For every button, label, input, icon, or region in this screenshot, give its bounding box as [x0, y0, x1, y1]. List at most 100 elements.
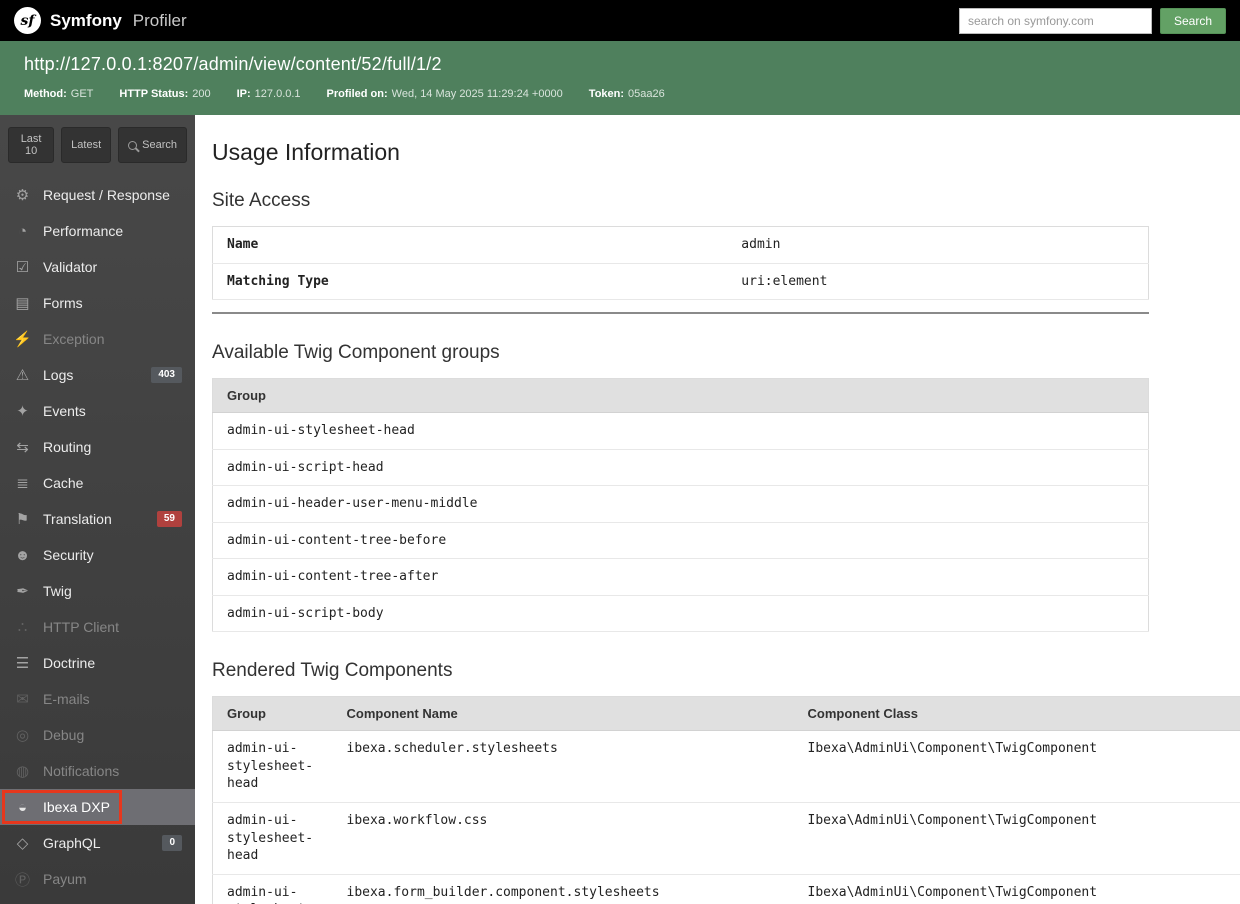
sidebar-item-label: E-mails	[43, 691, 90, 707]
sidebar-item-notifications[interactable]: ◍ Notifications	[0, 753, 195, 789]
sidebar-item-exception[interactable]: ⚡ Exception	[0, 321, 195, 357]
column-header-component-class: Component Class	[793, 696, 1240, 732]
graphql-icon: ◇	[16, 835, 29, 852]
sidebar-item-emails[interactable]: ✉ E-mails	[0, 681, 195, 717]
search-icon	[128, 140, 138, 150]
sidebar-item-label: Security	[43, 547, 94, 563]
table-row: admin-ui-header-user-menu-middle	[212, 485, 1149, 523]
ibexa-icon: ◒	[17, 798, 28, 816]
sidebar-item-logs[interactable]: ⚠ Logs 403	[0, 357, 195, 393]
status-meta: Method: GET HTTP Status: 200 IP: 127.0.0.1 …	[24, 88, 1216, 100]
sidebar-item-label: Doctrine	[43, 655, 96, 671]
table-row: admin-ui-script-head	[212, 449, 1149, 487]
sidebar-item-graphql[interactable]: ◇ GraphQL 0	[0, 825, 195, 861]
sidebar-item-label: Exception	[43, 331, 105, 347]
component-name-cell: ibexa.scheduler.stylesheets	[332, 730, 794, 804]
component-group-cell: admin-ui-stylesheet-head	[212, 874, 333, 904]
table-row: admin-ui-content-tree-before	[212, 522, 1149, 560]
sidebar: Last 10 Latest Search ⚙ Request / Respon…	[0, 115, 195, 904]
sidebar-item-label: Performance	[43, 223, 124, 239]
sidebar-item-cache[interactable]: ≣ Cache	[0, 465, 195, 501]
profiler-menu: ⚙ Request / Response ◔ Performance ☑ Val…	[0, 177, 195, 897]
group-cell: admin-ui-script-body	[212, 595, 1149, 633]
twig-icon: ✒	[16, 583, 29, 600]
symfony-logo-icon: sf	[14, 7, 41, 34]
rendered-components-heading: Rendered Twig Components	[212, 660, 453, 682]
sidebar-item-label: GraphQL	[43, 835, 101, 851]
forms-icon: ▤	[15, 295, 30, 312]
routing-icon: ⇆	[16, 439, 29, 456]
logs-icon: ⚠	[15, 367, 30, 384]
doctrine-icon: ☰	[15, 655, 30, 672]
sidebar-item-validator[interactable]: ☑ Validator	[0, 249, 195, 285]
sidebar-item-label: Events	[43, 403, 86, 419]
sidebar-item-routing[interactable]: ⇆ Routing	[0, 429, 195, 465]
sidebar-actions: Last 10 Latest Search	[0, 127, 195, 177]
rendered-components-table: Group Component Name Component Class adm…	[212, 696, 1240, 904]
row-value: admin	[727, 226, 1149, 264]
brand-title: Symfony	[50, 10, 122, 30]
sidebar-item-payum[interactable]: Ⓟ Payum	[0, 861, 195, 897]
column-header-group: Group	[212, 696, 333, 732]
sidebar-item-translation[interactable]: ⚑ Translation 59	[0, 501, 195, 537]
table-header-row: Group	[212, 378, 1149, 414]
http-client-icon: ∴	[17, 619, 28, 636]
status-header: http://127.0.0.1:8207/admin/view/content…	[0, 41, 1240, 115]
search-button[interactable]: Search	[1159, 7, 1226, 34]
cache-icon: ≣	[16, 475, 29, 492]
sidebar-item-label: Translation	[43, 511, 112, 527]
sidebar-item-events[interactable]: ✦ Events	[0, 393, 195, 429]
meta-http-status: HTTP Status: 200	[119, 88, 211, 100]
component-name-cell: ibexa.workflow.css	[332, 802, 794, 875]
row-label: Name	[212, 226, 728, 264]
group-cell: admin-ui-header-user-menu-middle	[212, 485, 1149, 523]
notifications-icon: ◍	[15, 763, 30, 780]
sidebar-item-label: Payum	[43, 871, 87, 887]
sidebar-item-label: Ibexa DXP	[43, 799, 110, 815]
translation-badge: 59	[156, 511, 182, 527]
top-toolbar: sf Symfony Profiler Search	[0, 0, 1240, 41]
sidebar-item-performance[interactable]: ◔ Performance	[0, 213, 195, 249]
last-10-button[interactable]: Last 10	[8, 127, 55, 163]
site-access-heading: Site Access	[212, 190, 311, 211]
search-input[interactable]	[958, 7, 1152, 34]
sidebar-item-label: Cache	[43, 475, 84, 491]
sidebar-item-http-client[interactable]: ∴ HTTP Client	[0, 609, 195, 645]
sidebar-item-twig[interactable]: ✒ Twig	[0, 573, 195, 609]
rendered-components-section: Rendered Twig Components Group Component…	[212, 660, 1240, 904]
column-header-group: Group	[212, 378, 1149, 414]
component-class-cell: Ibexa\AdminUi\Component\TwigComponent	[793, 802, 1240, 875]
table-row: admin-ui-stylesheet-head ibexa.scheduler…	[212, 730, 1240, 804]
security-icon: ☻	[14, 546, 31, 564]
table-row: admin-ui-stylesheet-head ibexa.workflow.…	[212, 802, 1240, 875]
component-group-cell: admin-ui-stylesheet-head	[212, 802, 333, 875]
group-cell: admin-ui-content-tree-before	[212, 522, 1149, 560]
twig-groups-section: Available Twig Component groups Group ad…	[212, 342, 1240, 633]
sidebar-item-debug[interactable]: ◎ Debug	[0, 717, 195, 753]
twig-groups-heading: Available Twig Component groups	[212, 342, 500, 364]
latest-button[interactable]: Latest	[61, 127, 112, 163]
debug-icon: ◎	[15, 727, 30, 744]
sidebar-item-doctrine[interactable]: ☰ Doctrine	[0, 645, 195, 681]
site-access-table: Name admin Matching Type uri:element	[212, 226, 1149, 301]
column-header-component-name: Component Name	[332, 696, 794, 732]
sidebar-item-forms[interactable]: ▤ Forms	[0, 285, 195, 321]
events-icon: ✦	[16, 403, 29, 420]
section-divider	[212, 312, 1149, 315]
sidebar-item-request-response[interactable]: ⚙ Request / Response	[0, 177, 195, 213]
sidebar-search-button[interactable]: Search	[118, 127, 187, 163]
performance-icon: ◔	[17, 222, 28, 240]
sidebar-item-security[interactable]: ☻ Security	[0, 537, 195, 573]
meta-profiled-on: Profiled on: Wed, 14 May 2025 11:29:24 +0…	[326, 88, 563, 100]
meta-method: Method: GET	[24, 88, 94, 100]
meta-token: Token: 05aa26	[588, 88, 665, 100]
sidebar-item-ibexa-dxp[interactable]: ◒ Ibexa DXP	[0, 789, 195, 825]
sidebar-item-label: Debug	[43, 727, 85, 743]
table-row: admin-ui-stylesheet-head ibexa.form_buil…	[212, 874, 1240, 904]
translation-icon: ⚑	[15, 511, 30, 528]
component-class-cell: Ibexa\AdminUi\Component\TwigComponent	[793, 874, 1240, 904]
table-row: admin-ui-script-body	[212, 595, 1149, 633]
layout: Last 10 Latest Search ⚙ Request / Respon…	[0, 115, 1240, 904]
topbar-search: Search	[958, 7, 1226, 34]
sidebar-item-label: Logs	[43, 367, 74, 383]
